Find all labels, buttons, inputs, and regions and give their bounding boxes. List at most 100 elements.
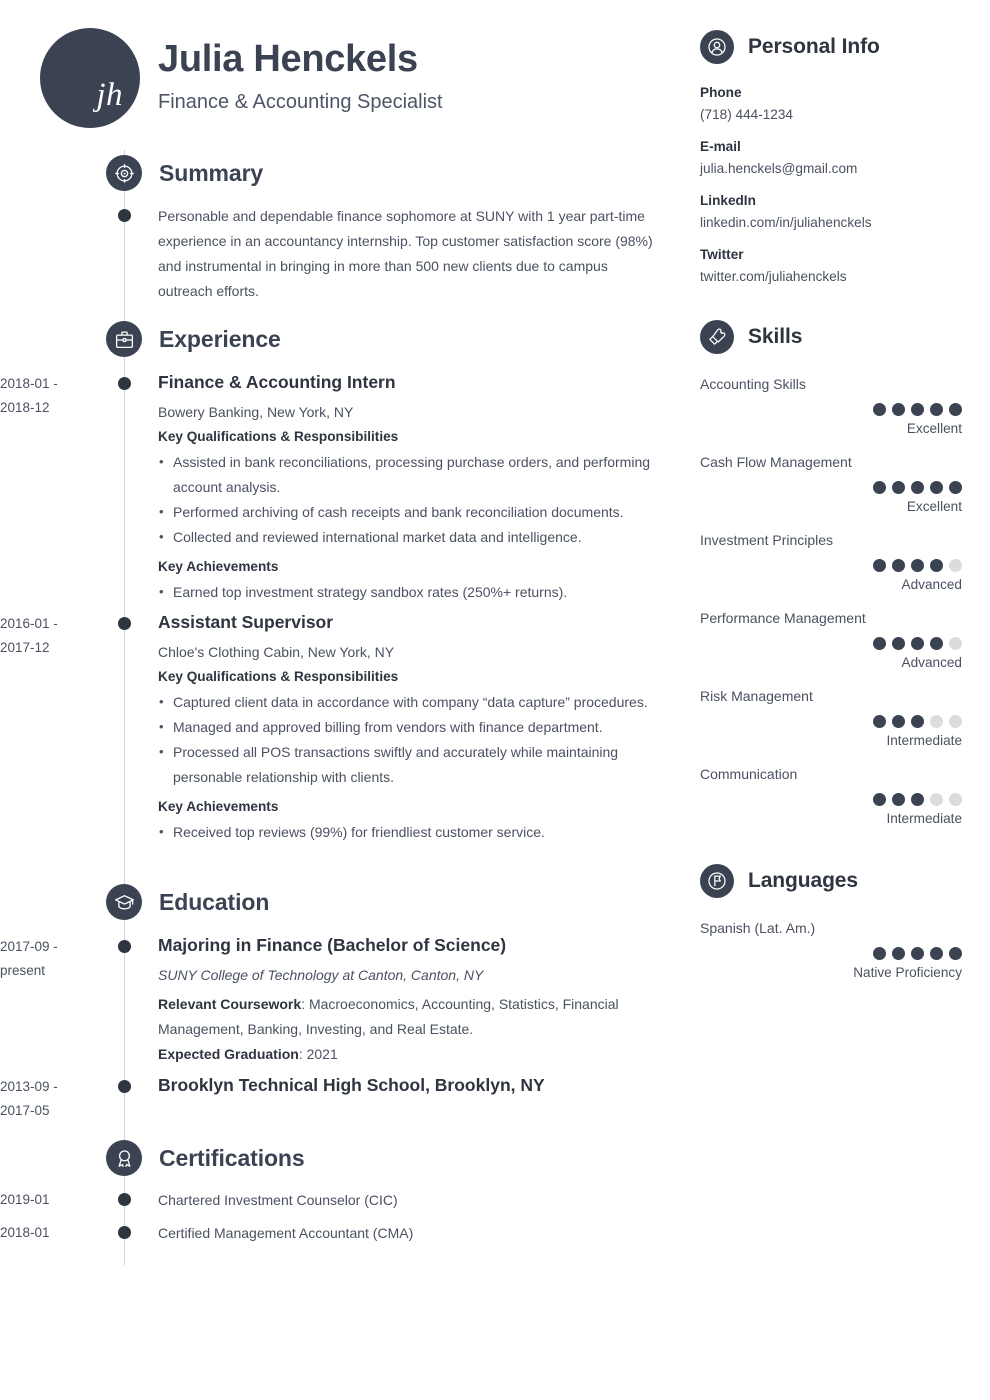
section-header-languages: Languages [700, 864, 962, 898]
rating-dot-filled [911, 637, 924, 650]
skill-rating-dots [700, 559, 962, 572]
rating-dot-filled [949, 481, 962, 494]
skill-level: Intermediate [886, 733, 962, 748]
entry-body: Chartered Investment Counselor (CIC) [158, 1191, 656, 1209]
skill-level: Advanced [901, 655, 962, 670]
left-column: jh Julia Henckels Finance & Accounting S… [0, 0, 690, 1400]
skill-level: Intermediate [886, 811, 962, 826]
section-header-certifications: Certifications [106, 1140, 305, 1176]
entry-date-line2: 2018-12 [0, 399, 50, 415]
rating-dot-filled [892, 481, 905, 494]
info-value[interactable]: twitter.com/juliahenckels [700, 269, 962, 284]
rating-dot-filled [892, 403, 905, 416]
section-title-languages: Languages [748, 869, 858, 892]
page-title: Julia Henckels [158, 38, 418, 80]
section-header-skills: Skills [700, 320, 962, 354]
entry-school: SUNY College of Technology at Canton, Ca… [158, 967, 484, 983]
name-block: Julia Henckels Finance & Accounting Spec… [158, 28, 443, 114]
entry-date-line2: present [0, 962, 46, 978]
language-level: Native Proficiency [853, 965, 962, 980]
entry-title: Assistant Supervisor [158, 612, 334, 632]
qualifications-list: Assisted in bank reconciliations, proces… [158, 450, 656, 550]
entry-title: Brooklyn Technical High School, Brooklyn… [158, 1075, 545, 1095]
rating-dot-filled [873, 947, 886, 960]
achievements-list: Received top reviews (99%) for friendlie… [158, 820, 656, 845]
language-item: Spanish (Lat. Am.) Native Proficiency [700, 920, 962, 980]
entry-date-line1: 2013-09 - [0, 1079, 58, 1094]
entry-date: 2018-01 - 2018-12 [0, 372, 88, 419]
list-item: Performed archiving of cash receipts and… [158, 500, 656, 525]
skill-name: Cash Flow Management [700, 454, 852, 470]
puzzle-piece-icon [700, 320, 734, 354]
timeline-dot [118, 940, 131, 953]
rating-dot-filled [873, 637, 886, 650]
info-label: Phone [700, 85, 742, 100]
section-header-personal-info: Personal Info [700, 30, 962, 64]
entry-date-line2: 2017-05 [0, 1102, 50, 1118]
skill-rating-dots [700, 403, 962, 416]
rating-dot-filled [930, 481, 943, 494]
rating-dot-filled [930, 947, 943, 960]
rating-dot-filled [873, 403, 886, 416]
rating-dot-filled [873, 793, 886, 806]
flag-icon [700, 864, 734, 898]
entry-body: Majoring in Finance (Bachelor of Science… [158, 935, 656, 1067]
skill-item: Investment Principles Advanced [700, 532, 962, 592]
rating-dot-filled [892, 559, 905, 572]
skill-name: Accounting Skills [700, 376, 806, 392]
timeline-dot [118, 377, 131, 390]
info-item-email: E-mail julia.henckels@gmail.com [700, 139, 962, 176]
info-item-twitter: Twitter twitter.com/juliahenckels [700, 247, 962, 284]
skill-rating-dots [700, 481, 962, 494]
section-header-education: Education [106, 884, 269, 920]
rating-dot-filled [911, 715, 924, 728]
certification-name: Chartered Investment Counselor (CIC) [158, 1192, 398, 1208]
rating-dot-filled [892, 637, 905, 650]
entry-body: Certified Management Accountant (CMA) [158, 1224, 656, 1242]
timeline-dot [118, 1226, 131, 1239]
rating-dot-filled [911, 793, 924, 806]
info-label: Twitter [700, 247, 744, 262]
resume-page: jh Julia Henckels Finance & Accounting S… [0, 0, 990, 1400]
entry-organization: Bowery Banking, New York, NY [158, 404, 354, 420]
rating-dot-empty [930, 715, 943, 728]
rating-dot-filled [873, 715, 886, 728]
languages-section: Languages Spanish (Lat. Am.) Native Prof… [700, 864, 962, 980]
graduation-label: Expected Graduation [158, 1045, 299, 1062]
entry-date: 2018-01 [0, 1225, 50, 1240]
coursework-label: Relevant Coursework [158, 996, 302, 1012]
info-item-linkedin: LinkedIn linkedin.com/in/juliahenckels [700, 193, 962, 230]
rating-dot-filled [930, 637, 943, 650]
skill-item: Accounting Skills Excellent [700, 376, 962, 436]
person-icon [700, 30, 734, 64]
entry-body: Assistant Supervisor Chloe's Clothing Ca… [158, 612, 656, 845]
rating-dot-empty [930, 793, 943, 806]
rating-dot-filled [911, 559, 924, 572]
rating-dot-filled [911, 403, 924, 416]
list-item: Managed and approved billing from vendor… [158, 715, 656, 740]
target-icon [106, 155, 142, 191]
graduation-value: : 2021 [298, 1045, 338, 1062]
info-value[interactable]: julia.henckels@gmail.com [700, 161, 962, 176]
achievements-heading: Key Achievements [158, 558, 279, 574]
entry-date: 2019-01 [0, 1192, 50, 1207]
section-title-education: Education [159, 888, 270, 915]
summary-text: Personable and dependable finance sophom… [158, 208, 653, 299]
section-title-skills: Skills [748, 325, 803, 348]
list-item: Received top reviews (99%) for friendlie… [158, 820, 656, 845]
skill-level: Excellent [906, 499, 962, 514]
skill-name: Investment Principles [700, 532, 834, 548]
list-item: Collected and reviewed international mar… [158, 525, 656, 550]
entry-date: 2013-09 - 2017-05 [0, 1075, 88, 1122]
info-value[interactable]: linkedin.com/in/juliahenckels [700, 215, 962, 230]
skill-rating-dots [700, 637, 962, 650]
rating-dot-empty [949, 715, 962, 728]
skill-level: Excellent [906, 421, 962, 436]
list-item: Assisted in bank reconciliations, proces… [158, 450, 656, 500]
certification-name: Certified Management Accountant (CMA) [158, 1225, 414, 1241]
coursework-line: Relevant Coursework: Macroeconomics, Acc… [158, 992, 656, 1042]
briefcase-icon [106, 321, 142, 357]
rating-dot-empty [949, 559, 962, 572]
skill-item: Performance Management Advanced [700, 610, 962, 670]
avatar: jh [40, 28, 140, 128]
